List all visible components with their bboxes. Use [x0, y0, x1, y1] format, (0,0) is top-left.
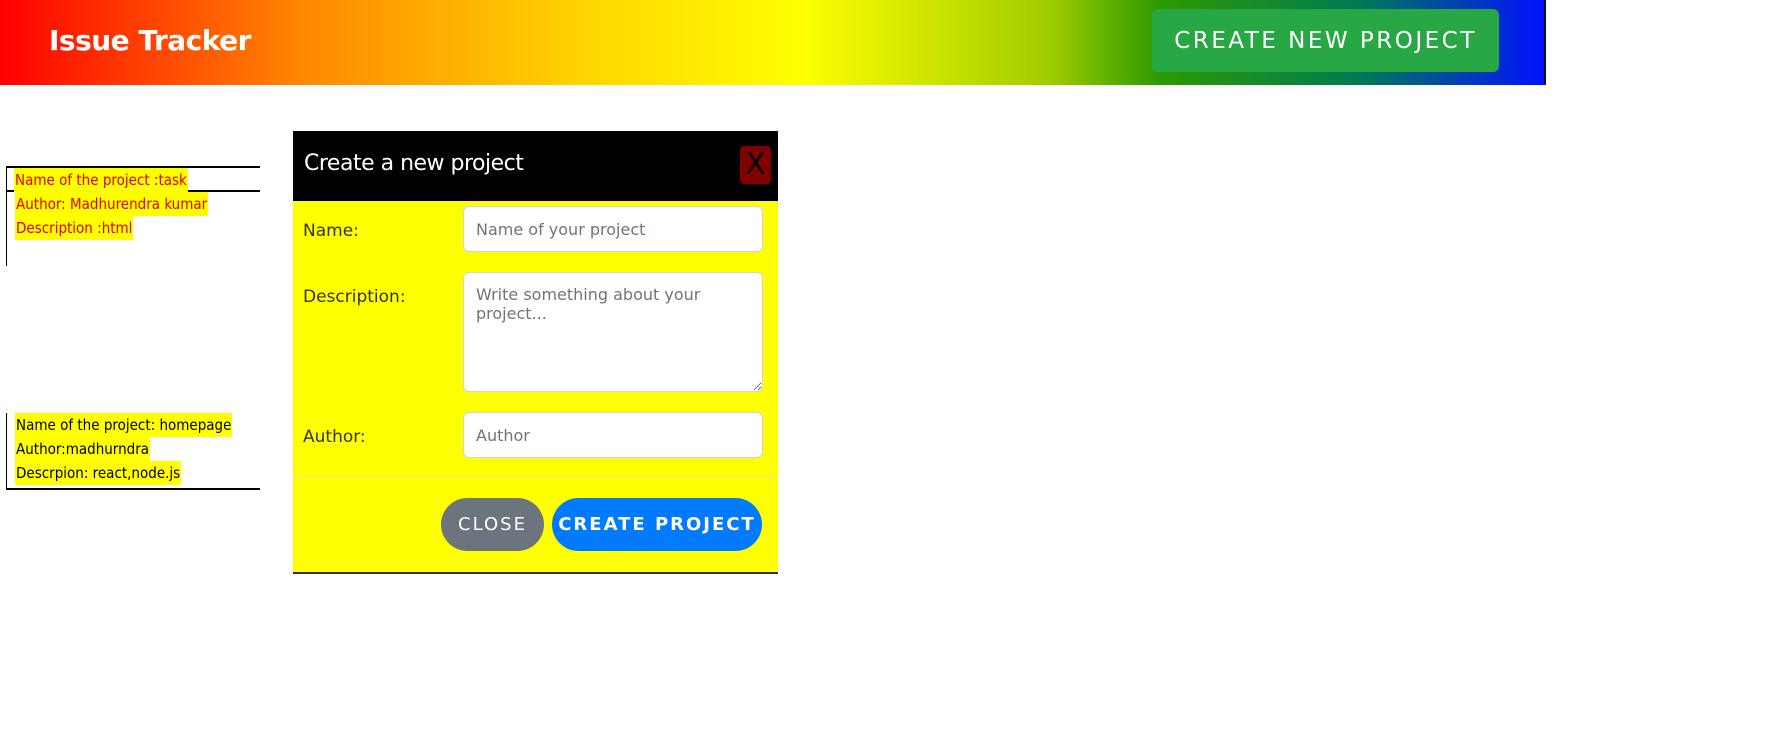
project-name-input[interactable]: [463, 206, 763, 252]
project-card: Name of the project: homepage Author:mad…: [6, 413, 260, 490]
project-name-row: Name of the project :task: [6, 168, 260, 192]
modal-divider: [293, 476, 778, 477]
modal-title: Create a new project: [304, 151, 524, 176]
close-button[interactable]: CLOSE: [441, 498, 544, 551]
project-author-label: Author:madhurndra: [15, 437, 151, 461]
author-label: Author:: [303, 427, 366, 447]
create-project-button[interactable]: CREATE PROJECT: [552, 498, 762, 551]
name-label: Name:: [303, 221, 359, 241]
project-description-input[interactable]: [463, 272, 763, 392]
app-title: Issue Tracker: [49, 24, 251, 57]
project-author-label: Author: Madhurendra kumar: [15, 192, 209, 216]
description-label: Description:: [303, 287, 406, 307]
project-name-label: Name of the project :task: [14, 168, 188, 192]
create-new-project-button[interactable]: CREATE NEW PROJECT: [1152, 9, 1499, 72]
project-name-label: Name of the project: homepage: [15, 413, 233, 437]
author-input[interactable]: [463, 412, 763, 458]
create-project-modal: Create a new project X Name: Description…: [293, 131, 778, 574]
modal-header: Create a new project X: [293, 131, 778, 201]
project-description-label: Description :html: [15, 216, 134, 240]
app-header: Issue Tracker CREATE NEW PROJECT: [0, 0, 1546, 85]
project-description-label: Descrpion: react,node.js: [15, 461, 182, 485]
close-icon[interactable]: X: [740, 146, 771, 184]
project-card: Name of the project :task Author: Madhur…: [6, 166, 260, 266]
